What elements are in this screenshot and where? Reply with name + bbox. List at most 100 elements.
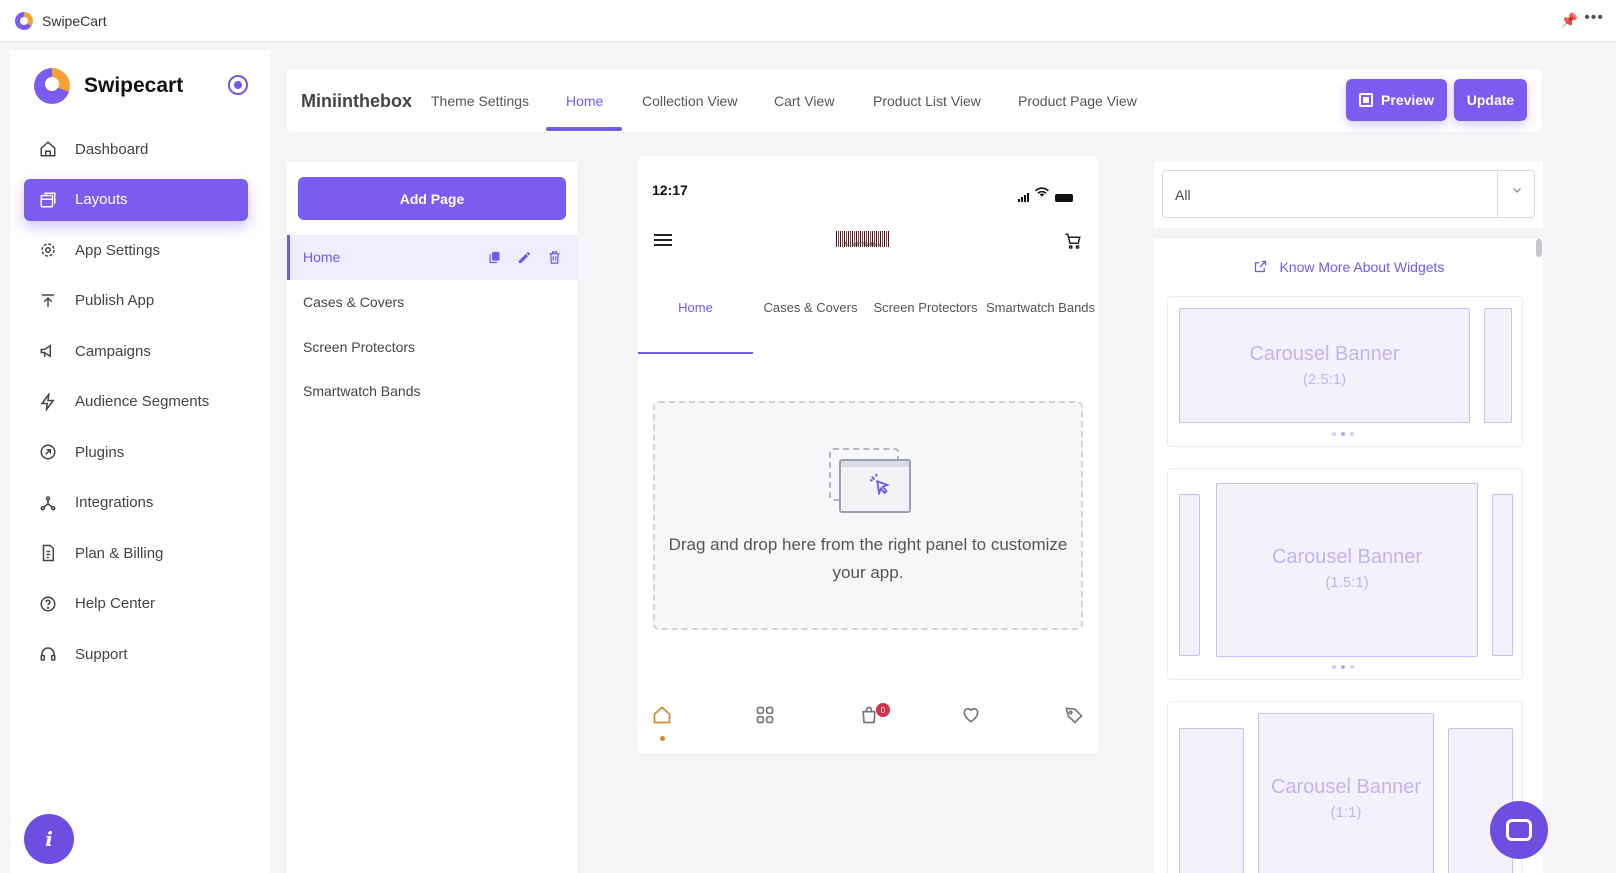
- preview-button[interactable]: Preview: [1346, 79, 1447, 121]
- sidebar-item-dashboard[interactable]: Dashboard: [24, 128, 248, 170]
- sidebar-item-integrations[interactable]: Integrations: [24, 482, 248, 524]
- know-more-link[interactable]: Know More About Widgets: [1154, 259, 1543, 275]
- tab-product-page-view[interactable]: Product Page View: [1018, 93, 1137, 109]
- sidebar-item-label: Help Center: [75, 595, 156, 612]
- chevron-down-icon[interactable]: [1511, 183, 1523, 199]
- widgets-scrollbar[interactable]: [1536, 239, 1542, 257]
- add-page-button[interactable]: Add Page: [298, 177, 566, 220]
- tab-theme-settings[interactable]: Theme Settings: [431, 93, 529, 109]
- plugin-icon: [38, 442, 58, 462]
- widget-slide-next: [1492, 494, 1513, 656]
- widget-title: Carousel Banner: [1249, 343, 1400, 365]
- widget-carousel-banner-1-5[interactable]: Carousel Banner (1.5:1): [1167, 468, 1523, 680]
- widget-carousel-banner-1-1[interactable]: Carousel Banner (1:1): [1167, 701, 1523, 873]
- sidebar-item-app-settings[interactable]: App Settings: [24, 229, 248, 271]
- carousel-dots: [1332, 432, 1354, 436]
- widget-slide-main: Carousel Banner (2.5:1): [1179, 308, 1470, 423]
- page-item-cases-covers[interactable]: Cases & Covers: [287, 280, 577, 325]
- window-title: SwipeCart: [42, 12, 107, 29]
- bolt-icon: [38, 392, 58, 412]
- external-link-icon: [1253, 259, 1272, 275]
- tab-product-list-view[interactable]: Product List View: [873, 93, 981, 109]
- page-item-home[interactable]: Home: [287, 235, 577, 280]
- qr-code-icon: [1359, 93, 1374, 107]
- layouts-icon: [38, 190, 58, 210]
- sidebar-item-label: App Settings: [75, 241, 161, 259]
- integrations-icon: [38, 493, 58, 513]
- sidebar-item-label: Dashboard: [75, 140, 149, 158]
- tab-collection-view[interactable]: Collection View: [642, 93, 737, 109]
- sidebar-nav: Dashboard Layouts App Settings Publish A…: [24, 128, 248, 684]
- hamburger-menu-icon[interactable]: [654, 234, 672, 246]
- battery-icon: [1055, 194, 1073, 202]
- sidebar-item-audience-segments[interactable]: Audience Segments: [24, 381, 248, 423]
- sidebar-item-plan-billing[interactable]: Plan & Billing: [24, 532, 248, 574]
- widget-title: Carousel Banner: [1270, 776, 1422, 798]
- publish-icon: [38, 291, 58, 311]
- sidebar-item-label: Plan & Billing: [75, 544, 164, 562]
- phone-preview: 12:17 MiniInTheBox Home Cases & Covers S…: [638, 156, 1098, 753]
- sidebar-item-label: Audience Segments: [75, 393, 210, 410]
- info-button[interactable]: i: [24, 814, 74, 864]
- page-item-label: Cases & Covers: [303, 294, 405, 311]
- help-icon: [38, 594, 58, 614]
- page-item-label: Smartwatch Bands: [303, 383, 421, 400]
- tab-home[interactable]: Home: [566, 93, 603, 109]
- target-icon[interactable]: [228, 75, 248, 95]
- more-options-icon[interactable]: •••: [1584, 9, 1604, 27]
- page-item-smartwatch-bands[interactable]: Smartwatch Bands: [287, 369, 577, 414]
- brand: Swipecart: [34, 68, 183, 104]
- tab-cart-view[interactable]: Cart View: [774, 93, 834, 109]
- status-time: 12:17: [652, 182, 688, 198]
- pages-panel: Add Page Home Cases & Covers Screen Prot…: [287, 162, 577, 873]
- brand-name: Swipecart: [84, 74, 184, 97]
- sidebar-item-label: Integrations: [75, 494, 154, 511]
- bottom-wishlist-icon[interactable]: [960, 704, 982, 726]
- sidebar-item-publish-app[interactable]: Publish App: [24, 280, 248, 322]
- phone-tab-smartwatch-bands[interactable]: Smartwatch Bands: [983, 298, 1098, 318]
- widget-slide-main: Carousel Banner (1:1): [1258, 713, 1434, 873]
- widget-slide-next: [1484, 308, 1512, 423]
- active-tab-indicator: [546, 127, 622, 131]
- signal-icon: [1018, 193, 1029, 202]
- bottom-home-icon[interactable]: [651, 704, 673, 726]
- preview-label: Preview: [1381, 92, 1434, 108]
- store-name: Miniinthebox: [301, 91, 412, 111]
- phone-tab-cases-covers[interactable]: Cases & Covers: [753, 298, 868, 318]
- sidebar-item-layouts[interactable]: Layouts: [24, 178, 248, 221]
- app-logo-icon: [15, 11, 33, 30]
- pin-icon[interactable]: 📌: [1561, 12, 1578, 29]
- widget-slide-main: Carousel Banner (1.5:1): [1216, 483, 1478, 657]
- sidebar-item-label: Layouts: [75, 191, 128, 208]
- copy-icon[interactable]: [485, 248, 503, 266]
- sidebar-item-support[interactable]: Support: [24, 633, 248, 675]
- sidebar-item-plugins[interactable]: Plugins: [24, 431, 248, 473]
- cart-icon[interactable]: [1064, 232, 1082, 255]
- trash-icon[interactable]: [545, 248, 563, 266]
- widgets-panel: Know More About Widgets Carousel Banner …: [1154, 239, 1543, 873]
- widget-slide-prev: [1179, 728, 1244, 873]
- widget-filter: All: [1154, 161, 1543, 228]
- phone-tab-screen-protectors[interactable]: Screen Protectors: [868, 298, 983, 318]
- page-list: Home Cases & Covers Screen Protectors Sm…: [287, 235, 577, 414]
- title-bar: SwipeCart 📌 •••: [0, 0, 1616, 42]
- page-item-label: Home: [303, 249, 341, 266]
- wifi-icon: [1035, 184, 1049, 202]
- widget-filter-select[interactable]: All: [1162, 170, 1535, 218]
- phone-tab-home[interactable]: Home: [638, 298, 753, 318]
- page-item-screen-protectors[interactable]: Screen Protectors: [287, 324, 577, 369]
- phone-tab-indicator: [638, 352, 753, 354]
- sidebar-item-label: Support: [75, 645, 128, 663]
- widget-slide-prev: [1179, 494, 1200, 656]
- chat-button[interactable]: [1490, 801, 1548, 859]
- store-logo-text: MiniInTheBox: [844, 242, 881, 248]
- bottom-offers-icon[interactable]: [1063, 704, 1085, 726]
- widget-carousel-banner-2-5[interactable]: Carousel Banner (2.5:1): [1167, 296, 1523, 447]
- widget-ratio: (1:1): [1330, 804, 1362, 821]
- sidebar-item-help-center[interactable]: Help Center: [24, 583, 248, 625]
- drop-zone[interactable]: Drag and drop here from the right panel …: [653, 401, 1083, 630]
- update-button[interactable]: Update: [1454, 79, 1527, 121]
- sidebar-item-campaigns[interactable]: Campaigns: [24, 330, 248, 372]
- bottom-categories-icon[interactable]: [754, 704, 776, 726]
- edit-icon[interactable]: [515, 248, 533, 266]
